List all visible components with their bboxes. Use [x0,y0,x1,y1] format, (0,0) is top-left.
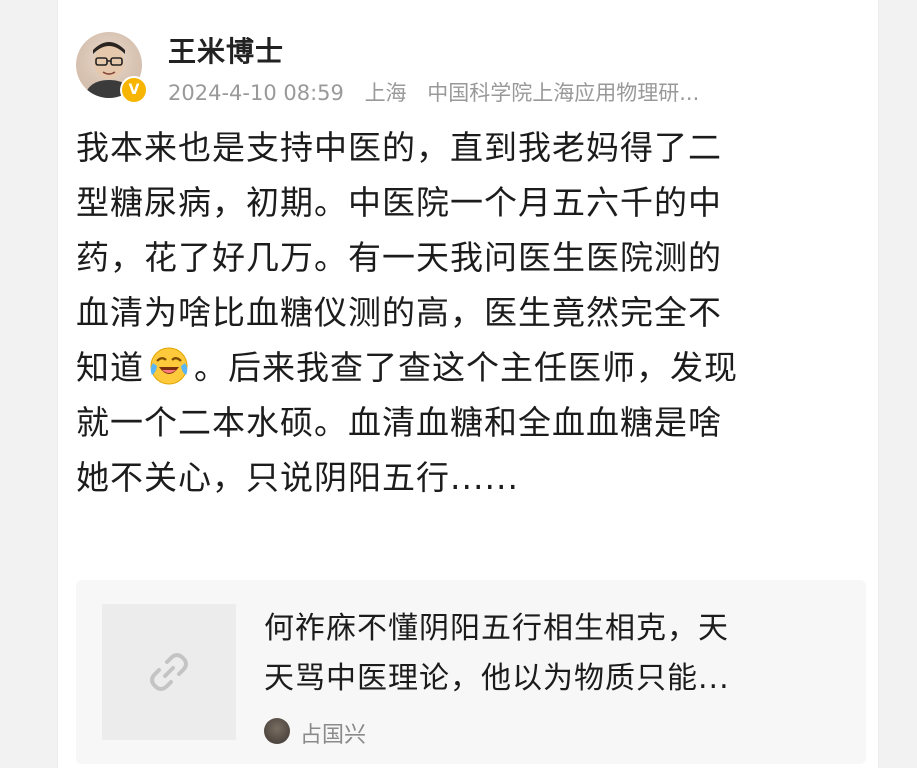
post-line-fragment: 知道 [76,348,144,387]
post-line: 血清为啥比血糖仪测的高，医生竟然完全不 [76,293,722,332]
post-line: 就一个二本水硕。血清血糖和全血血糖是啥 [76,403,722,442]
post-datetime: 2024-4-10 08:59 [168,81,344,105]
post-line: 她不关心，只说阴阳五行...... [76,458,519,497]
post-line: 我本来也是支持中医的，直到我老妈得了二 [76,128,722,167]
link-title-line: 天骂中医理论，他以为物质只能... [264,661,730,696]
laughing-crying-emoji-icon [150,347,188,385]
link-thumbnail [102,604,236,740]
author-avatar[interactable]: V [76,32,148,104]
post-card: V 王米博士 2024-4-10 08:59 上海 中国科学院上海应用物理研..… [58,0,878,768]
link-author-avatar [264,718,290,744]
verified-badge-icon: V [120,76,148,104]
post-line: 型糖尿病，初期。中医院一个月五六千的中 [76,183,722,222]
post-line: 药，花了好几万。有一天我问医生医院测的 [76,238,722,277]
shared-link-card[interactable]: 何祚庥不懂阴阳五行相生相克，天 天骂中医理论，他以为物质只能... 占国兴 [76,580,866,764]
post-location: 上海 [364,81,407,105]
link-icon [150,653,188,691]
post-body: 我本来也是支持中医的，直到我老妈得了二 型糖尿病，初期。中医院一个月五六千的中 … [76,120,866,505]
link-title: 何祚庥不懂阴阳五行相生相克，天 天骂中医理论，他以为物质只能... [264,604,844,704]
post-meta: 2024-4-10 08:59 上海 中国科学院上海应用物理研... [168,77,868,107]
post-line: 知道 。后来我查了查这个主任医师，发现 [76,340,866,395]
link-author-name: 占国兴 [300,723,367,748]
author-affiliation: 中国科学院上海应用物理研... [427,81,700,105]
link-title-line: 何祚庥不懂阴阳五行相生相克，天 [264,611,729,646]
author-name[interactable]: 王米博士 [168,30,284,70]
post-line-fragment: 。后来我查了查这个主任医师，发现 [194,348,738,387]
